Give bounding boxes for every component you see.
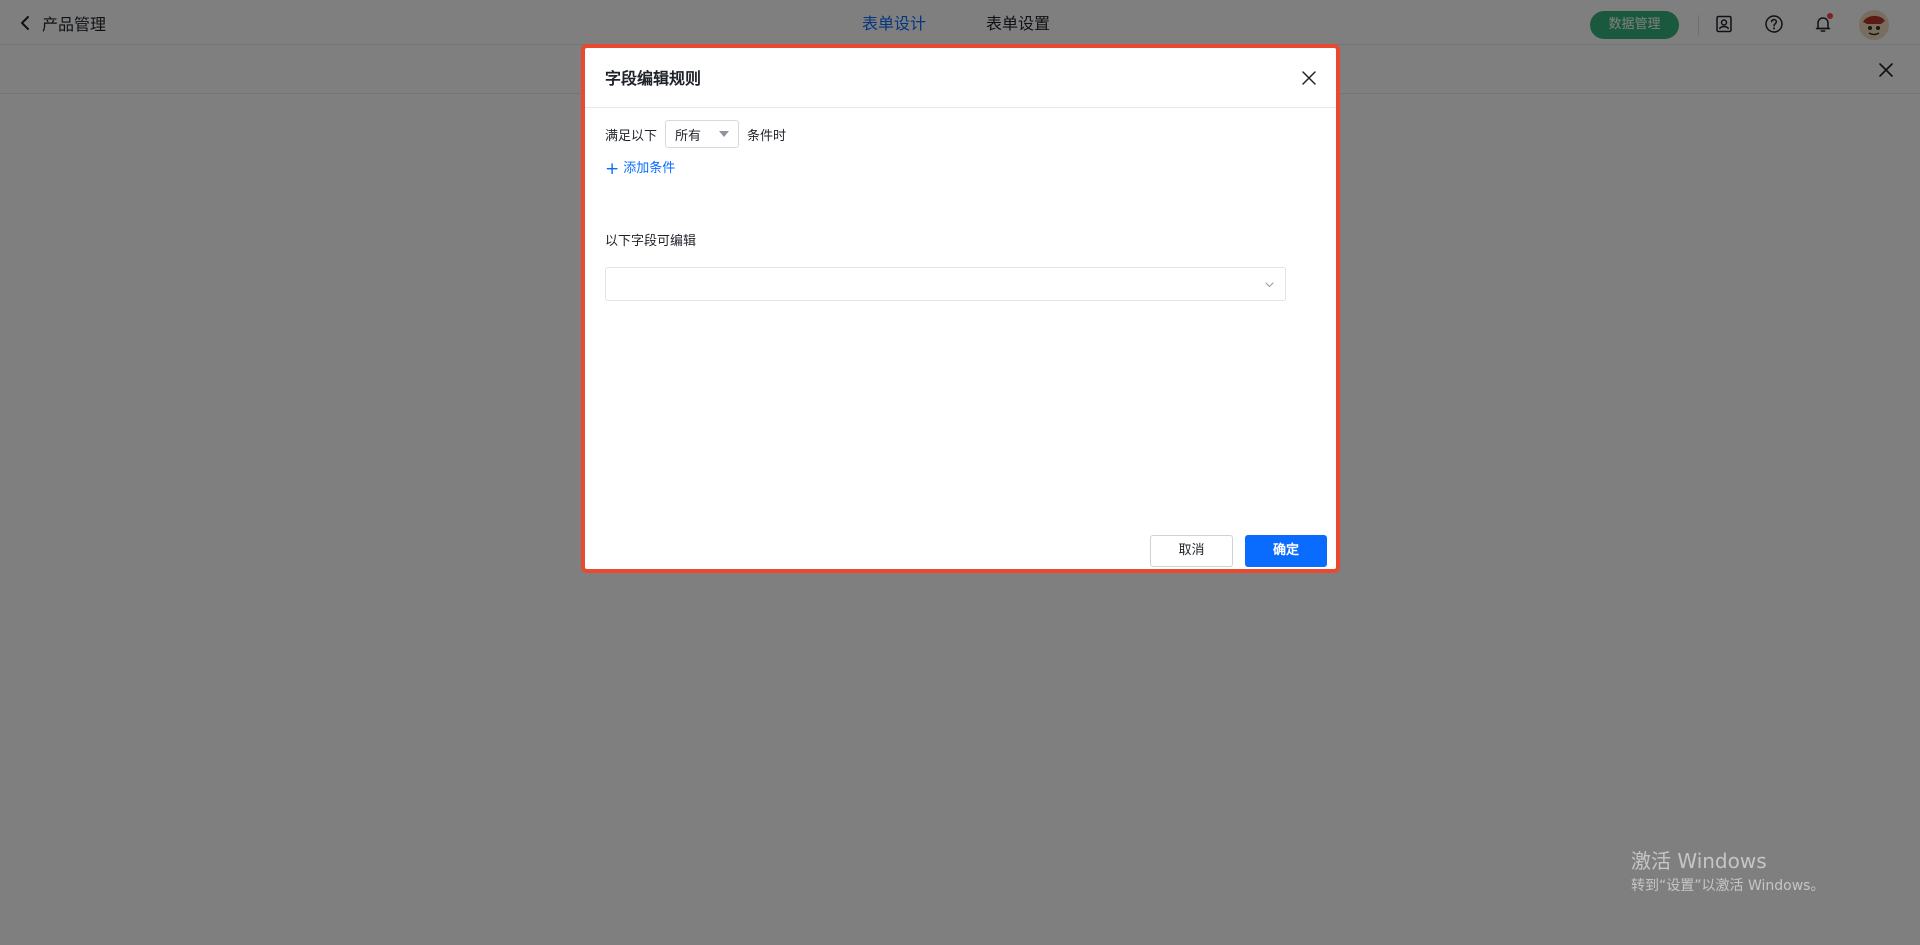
- confirm-button[interactable]: 确定: [1245, 535, 1327, 567]
- caret-down-icon: [719, 131, 730, 137]
- add-condition-button[interactable]: + 添加条件: [605, 160, 675, 178]
- watermark-title: 激活 Windows: [1631, 849, 1767, 873]
- dialog-header: 字段编辑规则: [585, 48, 1336, 108]
- condition-row: 满足以下 所有 条件时: [605, 120, 786, 148]
- dialog-title: 字段编辑规则: [605, 69, 702, 88]
- dialog-close-icon[interactable]: [1301, 70, 1317, 86]
- editable-fields-select[interactable]: [605, 267, 1286, 301]
- field-edit-rule-dialog: 字段编辑规则 满足以下 所有 条件时 + 添加条件 以下字段可编辑 取消 确定: [581, 44, 1340, 573]
- chevron-down-icon: [1265, 282, 1274, 288]
- cancel-button[interactable]: 取消: [1150, 535, 1233, 567]
- editable-fields-label: 以下字段可编辑: [605, 234, 697, 249]
- condition-prefix: 满足以下: [605, 128, 658, 144]
- match-mode-select[interactable]: 所有: [665, 120, 740, 148]
- add-condition-label: 添加条件: [623, 161, 676, 176]
- watermark-subtitle: 转到“设置”以激活 Windows。: [1631, 878, 1825, 894]
- plus-icon: +: [605, 158, 620, 179]
- match-mode-value: 所有: [675, 128, 702, 144]
- windows-activation-watermark: 激活 Windows 转到“设置”以激活 Windows。: [1631, 848, 1824, 896]
- condition-suffix: 条件时: [747, 128, 787, 144]
